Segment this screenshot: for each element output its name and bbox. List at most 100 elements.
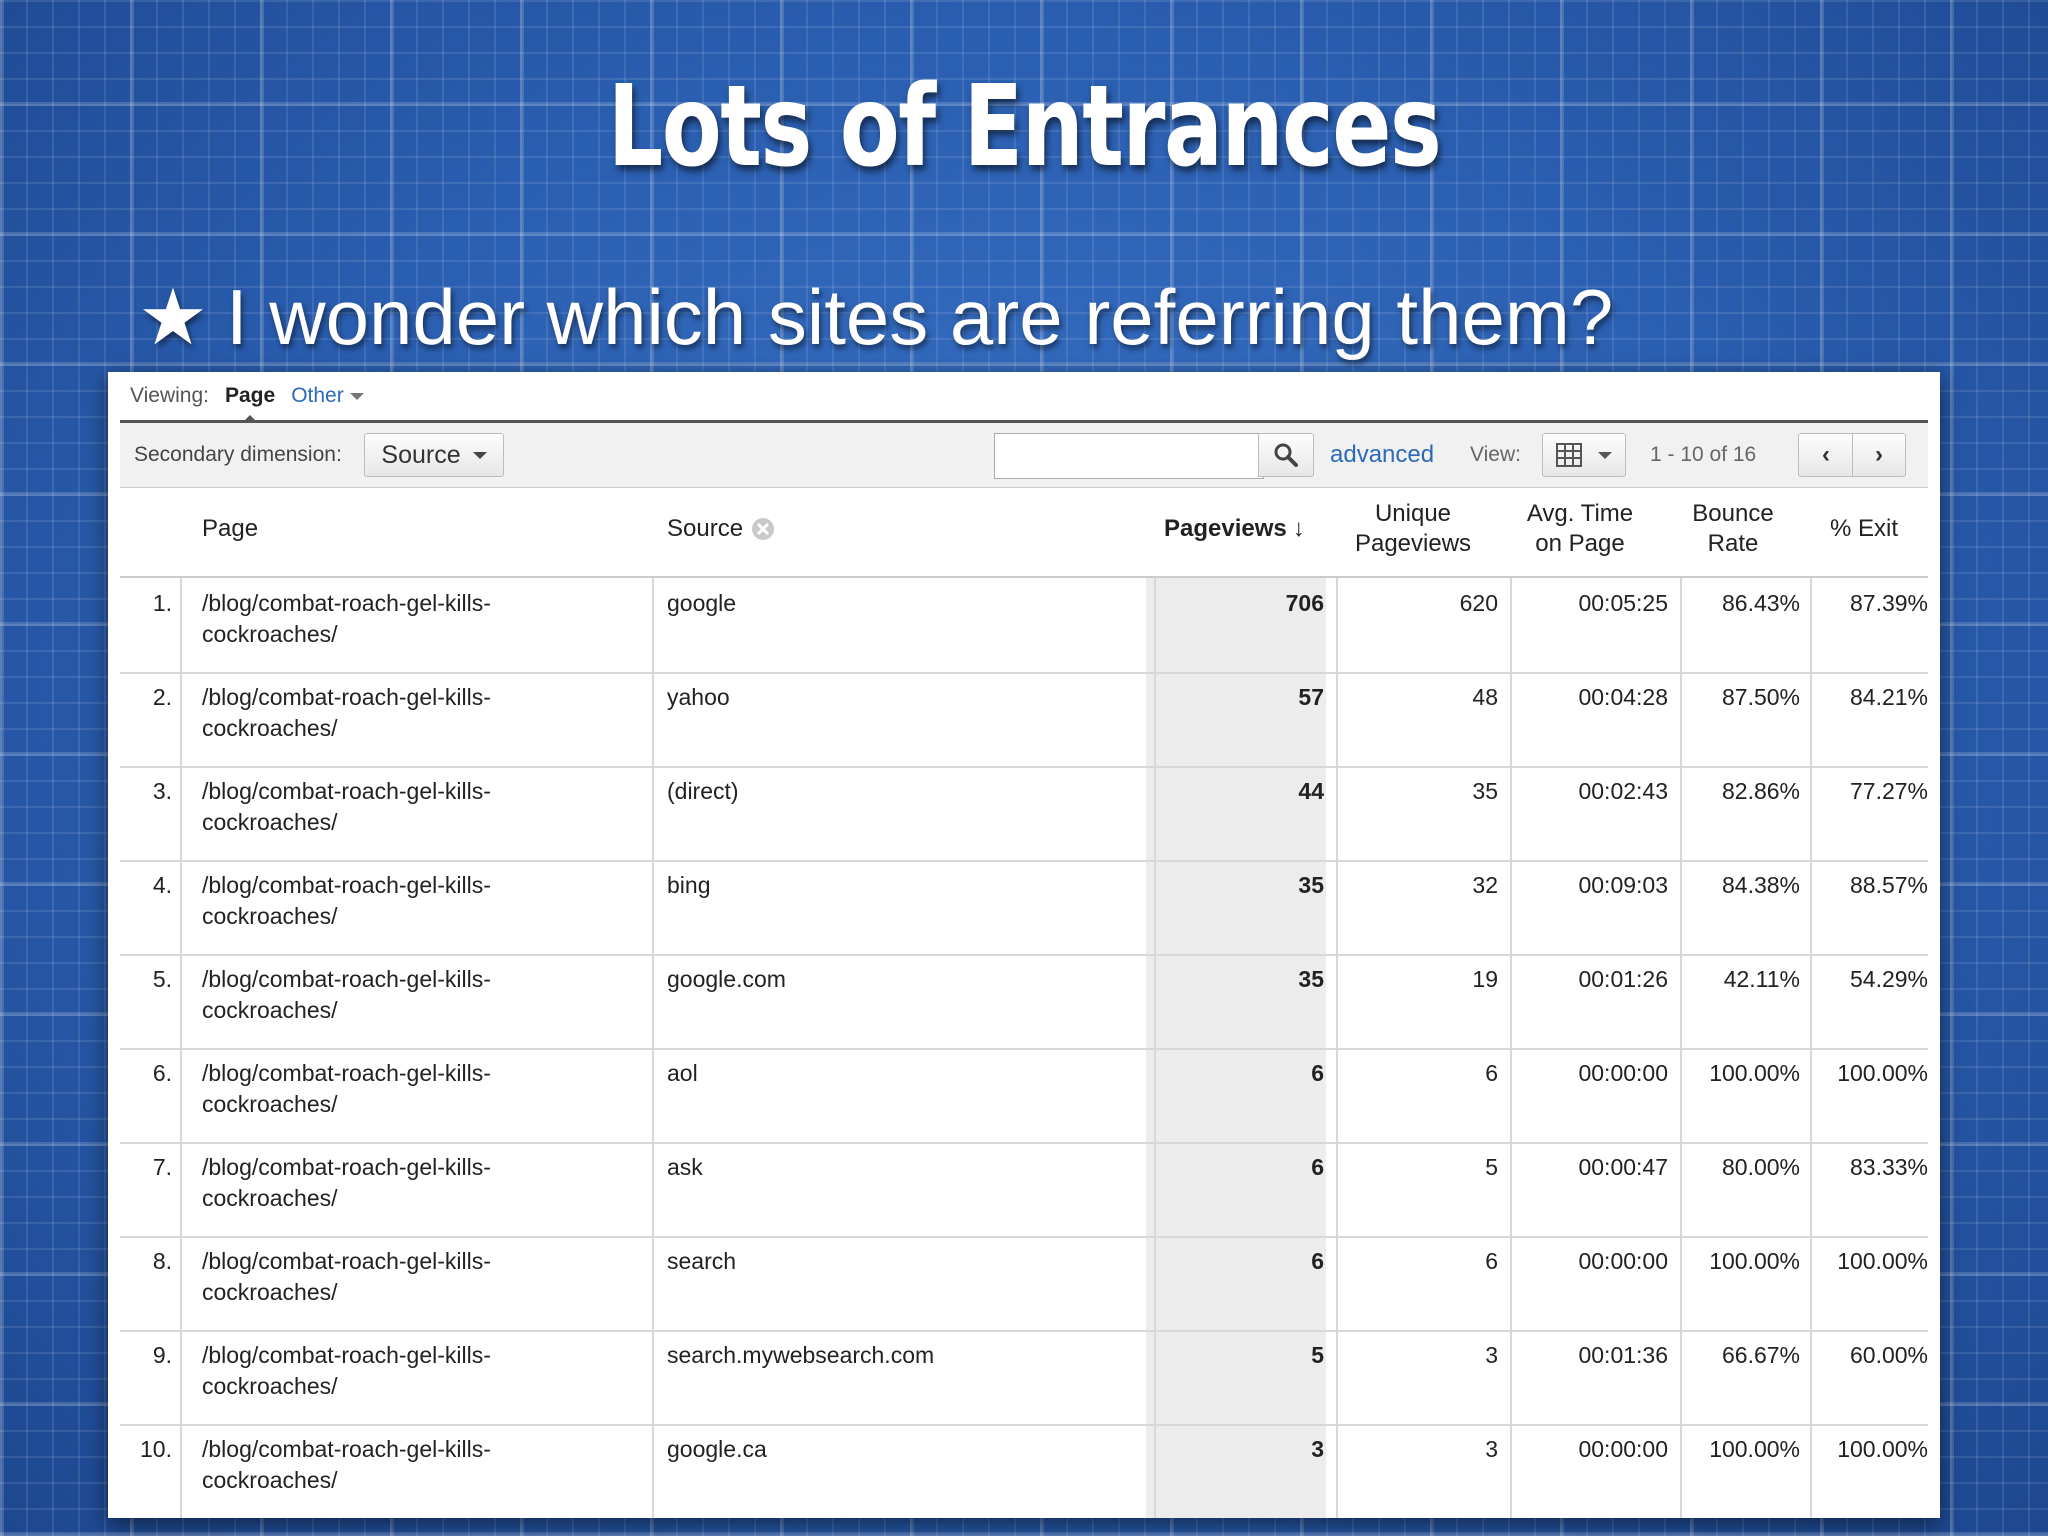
search-button[interactable] (1258, 433, 1314, 477)
source-name[interactable]: search.mywebsearch.com (667, 1340, 1147, 1371)
page-path-line1: /blog/combat-roach-gel-kills- (202, 778, 491, 804)
page-path[interactable]: /blog/combat-roach-gel-kills-cockroaches… (202, 1434, 642, 1496)
column-header-source[interactable]: Source (667, 484, 775, 574)
table-row: 6. /blog/combat-roach-gel-kills-cockroach… (120, 1048, 1928, 1144)
table-row: 5. /blog/combat-roach-gel-kills-cockroach… (120, 954, 1928, 1050)
column-divider (652, 860, 654, 954)
unique-pageviews-value: 48 (1472, 684, 1498, 710)
page-path[interactable]: /blog/combat-roach-gel-kills-cockroaches… (202, 870, 642, 932)
bounce-rate-value: 100.00% (1709, 1060, 1800, 1086)
column-divider (180, 1330, 182, 1424)
column-divider (1810, 1424, 1812, 1518)
page-path[interactable]: /blog/combat-roach-gel-kills-cockroaches… (202, 1152, 642, 1214)
page-path-line1: /blog/combat-roach-gel-kills- (202, 1436, 491, 1462)
page-path-line2: cockroaches/ (202, 903, 338, 929)
column-header-bounce-rate[interactable]: Bounce Rate (1670, 484, 1796, 574)
column-divider (1680, 578, 1682, 672)
page-path[interactable]: /blog/combat-roach-gel-kills-cockroaches… (202, 682, 642, 744)
search-input[interactable] (994, 433, 1264, 479)
source-name[interactable]: google.ca (667, 1434, 1147, 1465)
chevron-right-icon: › (1875, 441, 1883, 468)
remove-dimension-icon[interactable] (751, 517, 775, 541)
source-name[interactable]: google.com (667, 964, 1147, 995)
view-type-dropdown[interactable] (1542, 433, 1626, 477)
viewing-other-dropdown[interactable]: Other (291, 384, 364, 408)
chevron-left-icon: ‹ (1822, 441, 1830, 468)
exit-value: 60.00% (1849, 1342, 1928, 1368)
column-divider (1680, 1330, 1682, 1424)
column-divider (180, 954, 182, 1048)
column-divider (1336, 766, 1338, 860)
bounce-rate-value: 86.43% (1721, 590, 1800, 616)
row-index: 6. (152, 1060, 172, 1086)
column-divider (1510, 1424, 1512, 1518)
bounce-rate-value: 84.38% (1721, 872, 1800, 898)
secondary-dimension-dropdown[interactable]: Source (364, 433, 504, 477)
page-path[interactable]: /blog/combat-roach-gel-kills-cockroaches… (202, 588, 642, 650)
previous-page-button[interactable]: ‹ (1798, 433, 1854, 477)
column-divider (1154, 1330, 1156, 1424)
bounce-rate-value: 100.00% (1709, 1436, 1800, 1462)
advanced-filter-link[interactable]: advanced (1330, 441, 1434, 469)
source-name[interactable]: bing (667, 870, 1147, 901)
column-divider (1680, 860, 1682, 954)
page-path[interactable]: /blog/combat-roach-gel-kills-cockroaches… (202, 1340, 642, 1402)
column-divider (1510, 1236, 1512, 1330)
page-path[interactable]: /blog/combat-roach-gel-kills-cockroaches… (202, 1058, 642, 1120)
avg-time-value: 00:00:47 (1578, 1154, 1668, 1180)
unique-pageviews-value: 5 (1485, 1154, 1498, 1180)
pageviews-value: 6 (1311, 1060, 1324, 1086)
source-name[interactable]: ask (667, 1152, 1147, 1183)
column-divider (652, 1048, 654, 1142)
source-name[interactable]: google (667, 588, 1147, 619)
column-divider (180, 1142, 182, 1236)
table-row: 10. /blog/combat-roach-gel-kills-cockroac… (120, 1424, 1928, 1518)
avg-time-value: 00:01:36 (1578, 1342, 1668, 1368)
page-path-line2: cockroaches/ (202, 1185, 338, 1211)
chevron-down-icon (472, 451, 487, 459)
column-divider (652, 766, 654, 860)
page-path-line1: /blog/combat-roach-gel-kills- (202, 872, 491, 898)
column-divider (1680, 766, 1682, 860)
column-divider (1680, 954, 1682, 1048)
source-name[interactable]: yahoo (667, 682, 1147, 713)
page-path-line2: cockroaches/ (202, 1091, 338, 1117)
column-divider (1154, 578, 1156, 672)
viewing-page-tab[interactable]: Page (225, 384, 275, 424)
search-icon (1274, 443, 1298, 467)
source-name[interactable]: (direct) (667, 776, 1147, 807)
pageviews-value: 6 (1311, 1154, 1324, 1180)
column-header-page[interactable]: Page (202, 484, 258, 574)
table-row: 8. /blog/combat-roach-gel-kills-cockroach… (120, 1236, 1928, 1332)
page-path-line1: /blog/combat-roach-gel-kills- (202, 1154, 491, 1180)
column-divider (180, 1048, 182, 1142)
column-divider (1810, 1142, 1812, 1236)
column-header-unique-pageviews[interactable]: Unique Pageviews (1336, 484, 1490, 574)
column-divider (1810, 578, 1812, 672)
viewing-other-label: Other (291, 384, 344, 407)
pagination-text: 1 - 10 of 16 (1650, 443, 1757, 466)
source-name[interactable]: search (667, 1246, 1147, 1277)
column-header-exit[interactable]: % Exit (1802, 484, 1926, 574)
view-label: View: (1470, 443, 1521, 466)
column-header-unique-line2: Pageviews (1354, 530, 1472, 557)
avg-time-value: 00:01:26 (1578, 966, 1668, 992)
pageviews-value: 6 (1311, 1248, 1324, 1274)
column-divider (180, 860, 182, 954)
avg-time-value: 00:00:00 (1578, 1436, 1668, 1462)
page-path[interactable]: /blog/combat-roach-gel-kills-cockroaches… (202, 964, 642, 1026)
source-name[interactable]: aol (667, 1058, 1147, 1089)
column-divider (1810, 766, 1812, 860)
report-toolbar: Secondary dimension: Source advanced Vie… (120, 420, 1928, 488)
viewing-label: Viewing: (130, 384, 209, 407)
row-index: 8. (152, 1248, 172, 1274)
column-header-pageviews[interactable]: Pageviews ↓ (1164, 484, 1305, 574)
column-header-avg-time[interactable]: Avg. Time on Page (1502, 484, 1658, 574)
page-path[interactable]: /blog/combat-roach-gel-kills-cockroaches… (202, 776, 642, 838)
next-page-button[interactable]: › (1852, 433, 1906, 477)
column-divider (1680, 672, 1682, 766)
page-path[interactable]: /blog/combat-roach-gel-kills-cockroaches… (202, 1246, 642, 1308)
exit-value: 87.39% (1849, 590, 1928, 616)
column-divider (1336, 1142, 1338, 1236)
row-index: 1. (152, 590, 172, 616)
